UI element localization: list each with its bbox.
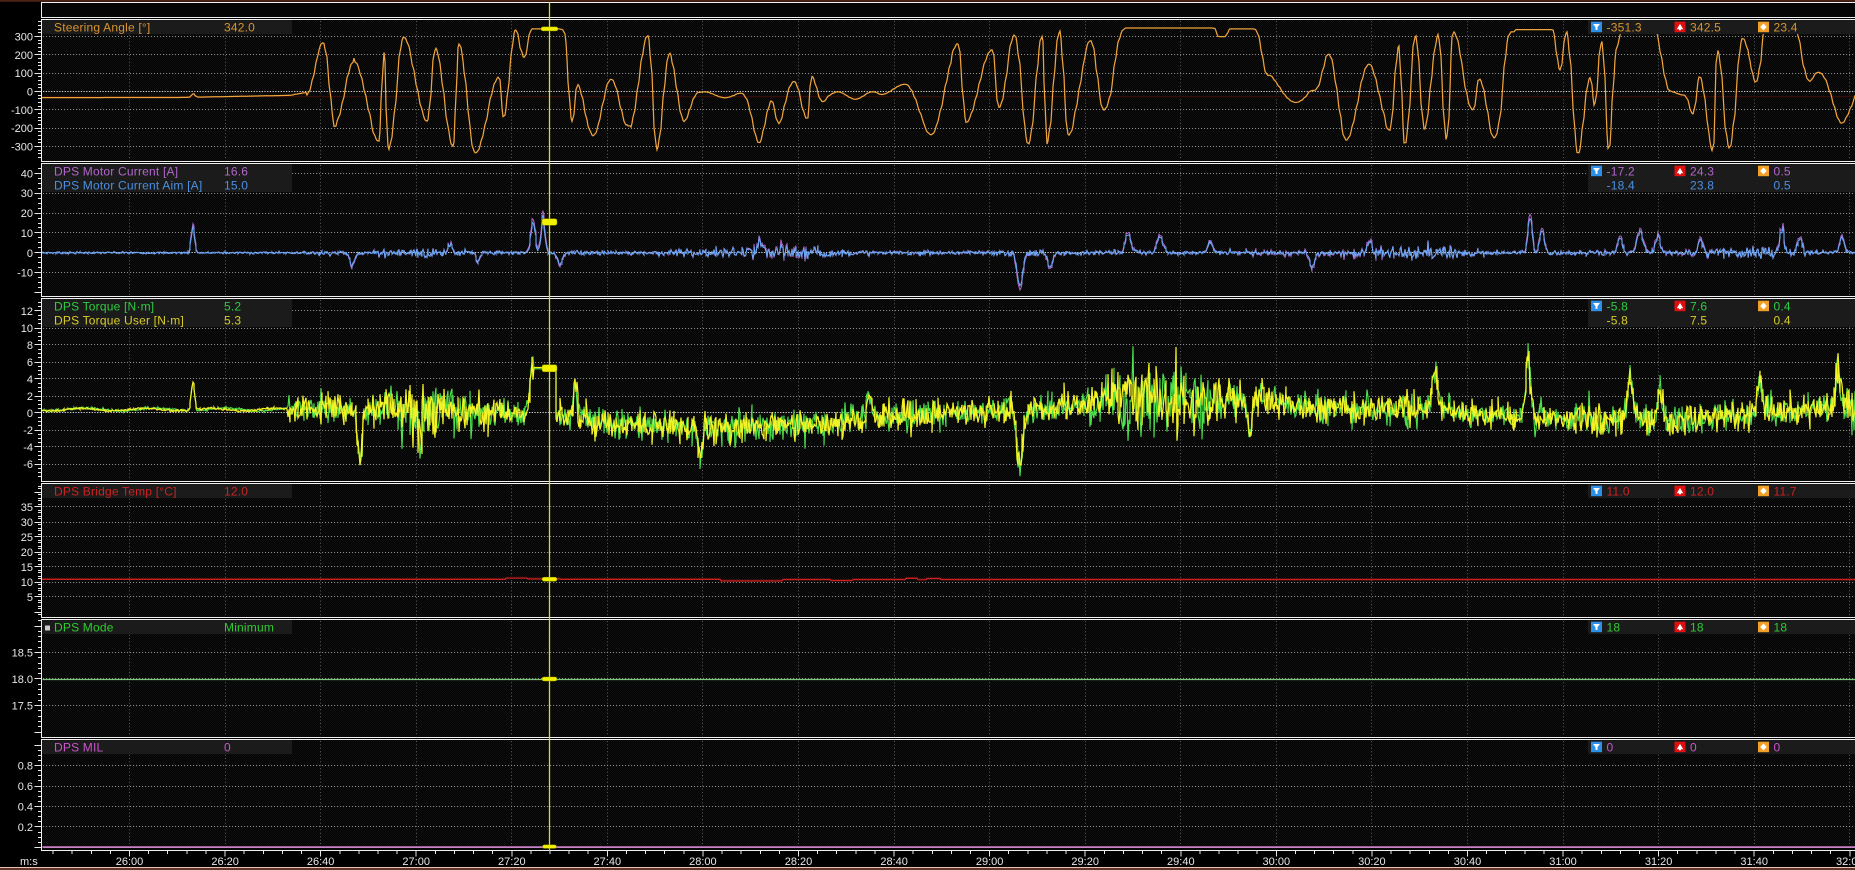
svg-text:0.8: 0.8 (18, 761, 33, 773)
svg-text:20: 20 (21, 547, 33, 559)
svg-text:-2: -2 (23, 425, 33, 437)
svg-text:5.3: 5.3 (224, 313, 241, 327)
svg-text:12.0: 12.0 (224, 484, 248, 498)
svg-text:200: 200 (15, 50, 33, 62)
svg-text:0.4: 0.4 (1774, 299, 1791, 313)
svg-text:DPS Motor Current Aim [A]: DPS Motor Current Aim [A] (54, 178, 202, 192)
svg-text:5.2: 5.2 (224, 299, 241, 313)
svg-text:Minimum: Minimum (224, 620, 274, 634)
svg-text:12.0: 12.0 (1690, 484, 1714, 498)
svg-text:7.5: 7.5 (1690, 313, 1707, 327)
svg-text:29:20: 29:20 (1071, 856, 1099, 868)
svg-text:342.0: 342.0 (224, 20, 255, 34)
svg-text:15: 15 (21, 562, 33, 574)
svg-text:28:00: 28:00 (689, 856, 717, 868)
svg-text:31:40: 31:40 (1740, 856, 1768, 868)
svg-text:30:00: 30:00 (1263, 856, 1291, 868)
svg-text:35: 35 (21, 502, 33, 514)
svg-text:-300: -300 (11, 141, 33, 153)
svg-text:-5.8: -5.8 (1607, 313, 1629, 327)
svg-text:18: 18 (1690, 620, 1704, 634)
svg-text:DPS Bridge Temp [°C]: DPS Bridge Temp [°C] (54, 484, 177, 498)
svg-text:10: 10 (21, 323, 33, 335)
svg-text:0: 0 (27, 87, 33, 99)
svg-text:342.5: 342.5 (1690, 20, 1721, 34)
svg-text:29:00: 29:00 (976, 856, 1004, 868)
svg-text:0: 0 (1774, 740, 1781, 754)
svg-text:18: 18 (1607, 620, 1621, 634)
svg-text:27:40: 27:40 (594, 856, 622, 868)
svg-text:18.0: 18.0 (12, 674, 33, 686)
svg-text:100: 100 (15, 68, 33, 80)
svg-text:300: 300 (15, 32, 33, 44)
svg-text:-6: -6 (23, 459, 33, 471)
svg-text:0.6: 0.6 (18, 781, 33, 793)
svg-text:32:00: 32:00 (1836, 856, 1855, 868)
svg-text:11.7: 11.7 (1774, 484, 1797, 498)
svg-text:0.4: 0.4 (1774, 313, 1791, 327)
svg-text:29:40: 29:40 (1167, 856, 1195, 868)
svg-text:30: 30 (21, 517, 33, 529)
svg-text:40: 40 (21, 168, 33, 180)
svg-text:0: 0 (1607, 740, 1614, 754)
svg-text:30: 30 (21, 188, 33, 200)
svg-text:12: 12 (21, 306, 33, 318)
svg-text:Steering Angle [°]: Steering Angle [°] (54, 20, 150, 34)
svg-text:26:40: 26:40 (307, 856, 335, 868)
svg-text:31:00: 31:00 (1549, 856, 1577, 868)
svg-text:25: 25 (21, 532, 33, 544)
svg-text:DPS MIL: DPS MIL (54, 740, 104, 754)
svg-text:18.5: 18.5 (12, 648, 33, 660)
svg-text:DPS Torque User [N·m]: DPS Torque User [N·m] (54, 313, 184, 327)
svg-text:26:00: 26:00 (116, 856, 144, 868)
svg-text:30:40: 30:40 (1454, 856, 1482, 868)
svg-text:0: 0 (224, 740, 231, 754)
svg-text:30:20: 30:20 (1358, 856, 1386, 868)
svg-text:-200: -200 (11, 123, 33, 135)
svg-text:-5.8: -5.8 (1607, 299, 1629, 313)
svg-text:DPS Mode: DPS Mode (54, 620, 114, 634)
svg-text:4: 4 (27, 374, 33, 386)
svg-text:8: 8 (27, 340, 33, 352)
svg-text:27:00: 27:00 (402, 856, 430, 868)
svg-text:-18.4: -18.4 (1607, 178, 1635, 192)
svg-text:27:20: 27:20 (498, 856, 526, 868)
svg-text:10: 10 (21, 577, 33, 589)
svg-text:16.6: 16.6 (224, 164, 248, 178)
svg-text:2: 2 (27, 391, 33, 403)
svg-text:0: 0 (1690, 740, 1697, 754)
svg-text:7.6: 7.6 (1690, 299, 1707, 313)
svg-text:5: 5 (27, 592, 33, 604)
svg-text:23.8: 23.8 (1690, 178, 1714, 192)
svg-text:20: 20 (21, 208, 33, 220)
svg-text:18: 18 (1774, 620, 1788, 634)
svg-text:15.0: 15.0 (224, 178, 248, 192)
svg-text:0.4: 0.4 (18, 801, 33, 813)
svg-text:26:20: 26:20 (211, 856, 239, 868)
svg-text:-17.2: -17.2 (1607, 164, 1635, 178)
svg-text:31:20: 31:20 (1645, 856, 1673, 868)
svg-text:0.5: 0.5 (1774, 178, 1791, 192)
svg-text:DPS Motor Current [A]: DPS Motor Current [A] (54, 164, 178, 178)
svg-text:0: 0 (27, 248, 33, 260)
svg-text:0.2: 0.2 (18, 822, 33, 834)
svg-text:-351.3: -351.3 (1607, 20, 1642, 34)
svg-text:-10: -10 (17, 268, 33, 280)
svg-text:m:s: m:s (20, 856, 38, 868)
svg-text:0: 0 (27, 408, 33, 420)
svg-text:10: 10 (21, 228, 33, 240)
svg-text:-100: -100 (11, 105, 33, 117)
svg-text:28:20: 28:20 (785, 856, 813, 868)
svg-text:24.3: 24.3 (1690, 164, 1714, 178)
svg-text:23.4: 23.4 (1774, 20, 1798, 34)
svg-text:-4: -4 (23, 442, 33, 454)
svg-text:11.0: 11.0 (1607, 484, 1630, 498)
svg-text:6: 6 (27, 357, 33, 369)
svg-text:28:40: 28:40 (880, 856, 908, 868)
svg-text:DPS Torque [N·m]: DPS Torque [N·m] (54, 299, 154, 313)
svg-text:0.5: 0.5 (1774, 164, 1791, 178)
svg-text:17.5: 17.5 (12, 701, 33, 713)
